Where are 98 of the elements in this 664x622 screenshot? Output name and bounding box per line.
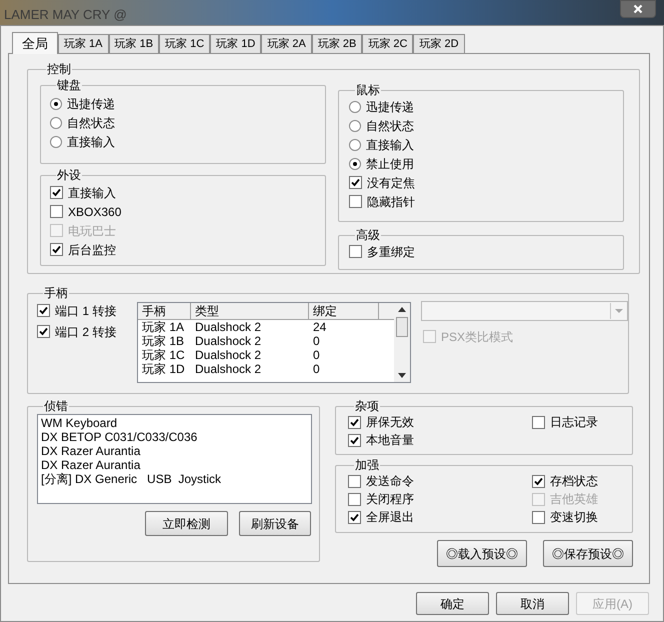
radio-label[interactable]: 迅捷传递 — [67, 94, 115, 112]
radio-label[interactable]: 直接输入 — [67, 132, 115, 150]
checkbox[interactable] — [348, 474, 361, 488]
checkbox-label[interactable]: 没有定焦 — [367, 174, 415, 192]
checkbox[interactable] — [349, 176, 362, 189]
group-title: 键盘 — [56, 78, 82, 92]
table-cell-text: 0 — [312, 348, 321, 362]
button[interactable]: 确定 — [416, 592, 489, 615]
checkbox[interactable] — [532, 474, 545, 488]
list-item[interactable]: WM Keyboard — [41, 416, 311, 430]
scroll-down-icon[interactable] — [398, 373, 406, 378]
group-title: 侦错 — [43, 399, 69, 413]
button[interactable]: 取消 — [496, 592, 569, 615]
checkbox[interactable] — [348, 416, 361, 428]
checkbox[interactable] — [532, 416, 545, 428]
radio-label[interactable]: 禁止使用 — [366, 154, 414, 172]
list-item[interactable]: DX Razer Aurantia — [41, 458, 311, 472]
scrollbar[interactable] — [394, 303, 410, 382]
group-title: 鼠标 — [355, 83, 381, 97]
column-header[interactable]: 类型 — [191, 303, 309, 319]
scroll-up-icon[interactable] — [398, 307, 406, 312]
table-cell-text: 0 — [312, 334, 321, 348]
button[interactable]: ◎载入预设◎ — [437, 540, 527, 567]
checkbox[interactable] — [50, 186, 63, 199]
checkbox-label[interactable]: 存档状态 — [550, 472, 598, 490]
column-header[interactable]: 绑定 — [309, 303, 379, 319]
checkbox-label[interactable]: 本地音量 — [366, 431, 414, 449]
tab[interactable]: 玩家 2B — [312, 34, 362, 53]
window-title: LAMER MAY CRY @ — [4, 6, 127, 24]
radio-label[interactable]: 自然状态 — [366, 116, 414, 134]
tab[interactable]: 全局 — [12, 32, 58, 54]
checkbox-label[interactable]: 端口 1 转接 — [55, 302, 116, 320]
radio-button[interactable] — [349, 120, 361, 132]
tab[interactable]: 玩家 2D — [413, 34, 465, 53]
tab[interactable]: 玩家 1C — [159, 34, 210, 53]
radio-label[interactable]: 自然状态 — [67, 114, 115, 132]
group-title: 外设 — [56, 168, 82, 182]
checkbox[interactable] — [348, 510, 361, 524]
group-title: 控制 — [46, 62, 72, 76]
dropdown-arrow-icon — [610, 303, 626, 319]
tab[interactable]: 玩家 2A — [261, 34, 312, 53]
checkbox[interactable] — [348, 492, 361, 506]
checkbox-label[interactable]: 直接输入 — [68, 184, 116, 202]
table-cell-text: Dualshock 2 — [194, 362, 262, 376]
tab[interactable]: 玩家 1D — [210, 34, 262, 53]
column-header[interactable]: 手柄 — [138, 303, 191, 319]
close-button[interactable] — [620, 0, 656, 18]
table-cell-text: 玩家 1A — [141, 320, 186, 334]
table-cell-text: 24 — [312, 320, 328, 334]
tab[interactable]: 玩家 1B — [108, 34, 160, 53]
group-title: 高级 — [355, 228, 381, 242]
checkbox[interactable] — [37, 304, 50, 317]
checkbox-label[interactable]: 屏保无效 — [366, 413, 414, 431]
checkbox-label[interactable]: 关闭程序 — [366, 490, 414, 508]
table-cell-text: 玩家 1C — [141, 348, 186, 362]
radio-button[interactable] — [349, 100, 361, 112]
table-cell-text: 0 — [312, 362, 321, 376]
list-item[interactable]: DX Razer Aurantia — [41, 444, 311, 458]
button[interactable]: ◎保存预设◎ — [543, 540, 633, 567]
checkbox[interactable] — [37, 325, 50, 338]
table-cell-text: Dualshock 2 — [194, 320, 262, 334]
list-item[interactable]: [分离] DX Generic USB Joystick — [41, 472, 311, 486]
checkbox[interactable] — [348, 434, 361, 446]
checkbox-label[interactable]: 多重绑定 — [367, 242, 415, 260]
table-cell-text: 玩家 1D — [141, 362, 186, 376]
radio-button[interactable] — [50, 98, 62, 110]
button[interactable]: 立即检测 — [145, 511, 228, 536]
close-icon — [633, 4, 643, 14]
checkbox-label[interactable]: XBOX360 — [68, 202, 122, 220]
radio-button[interactable] — [349, 158, 361, 170]
checkbox[interactable] — [349, 245, 362, 258]
checkbox-label[interactable]: 隐藏指针 — [367, 192, 415, 210]
checkbox-label[interactable]: 变速切换 — [550, 508, 598, 526]
checkbox[interactable] — [349, 195, 362, 208]
checkbox[interactable] — [532, 510, 545, 524]
tab[interactable]: 玩家 2C — [362, 34, 414, 53]
radio-button[interactable] — [349, 138, 361, 150]
checkbox-label[interactable]: 全屏退出 — [366, 508, 414, 526]
radio-button[interactable] — [50, 136, 62, 148]
radio-label[interactable]: 迅捷传递 — [366, 98, 414, 116]
radio-button[interactable] — [50, 116, 62, 128]
list-item[interactable]: DX BETOP C031/C033/C036 — [41, 430, 311, 444]
table-cell-text: Dualshock 2 — [194, 334, 262, 348]
scrollbar-thumb[interactable] — [396, 317, 408, 337]
group-title: 杂项 — [354, 399, 380, 413]
button[interactable]: 刷新设备 — [239, 511, 311, 536]
table-cell-text: 玩家 1B — [141, 334, 186, 348]
group-title: 加强 — [354, 458, 380, 472]
checkbox-label[interactable]: 端口 2 转接 — [55, 322, 116, 340]
radio-label[interactable]: 直接输入 — [366, 136, 414, 154]
checkbox[interactable] — [50, 243, 63, 256]
checkbox[interactable] — [50, 205, 63, 218]
group-title: 手柄 — [43, 286, 69, 300]
tab[interactable]: 玩家 1A — [58, 34, 109, 53]
table-cell-text: Dualshock 2 — [194, 348, 262, 362]
checkbox-label[interactable]: 发送命令 — [366, 472, 414, 490]
checkbox-label[interactable]: 后台监控 — [68, 240, 116, 258]
checkbox-label[interactable]: 日志记录 — [550, 413, 598, 431]
